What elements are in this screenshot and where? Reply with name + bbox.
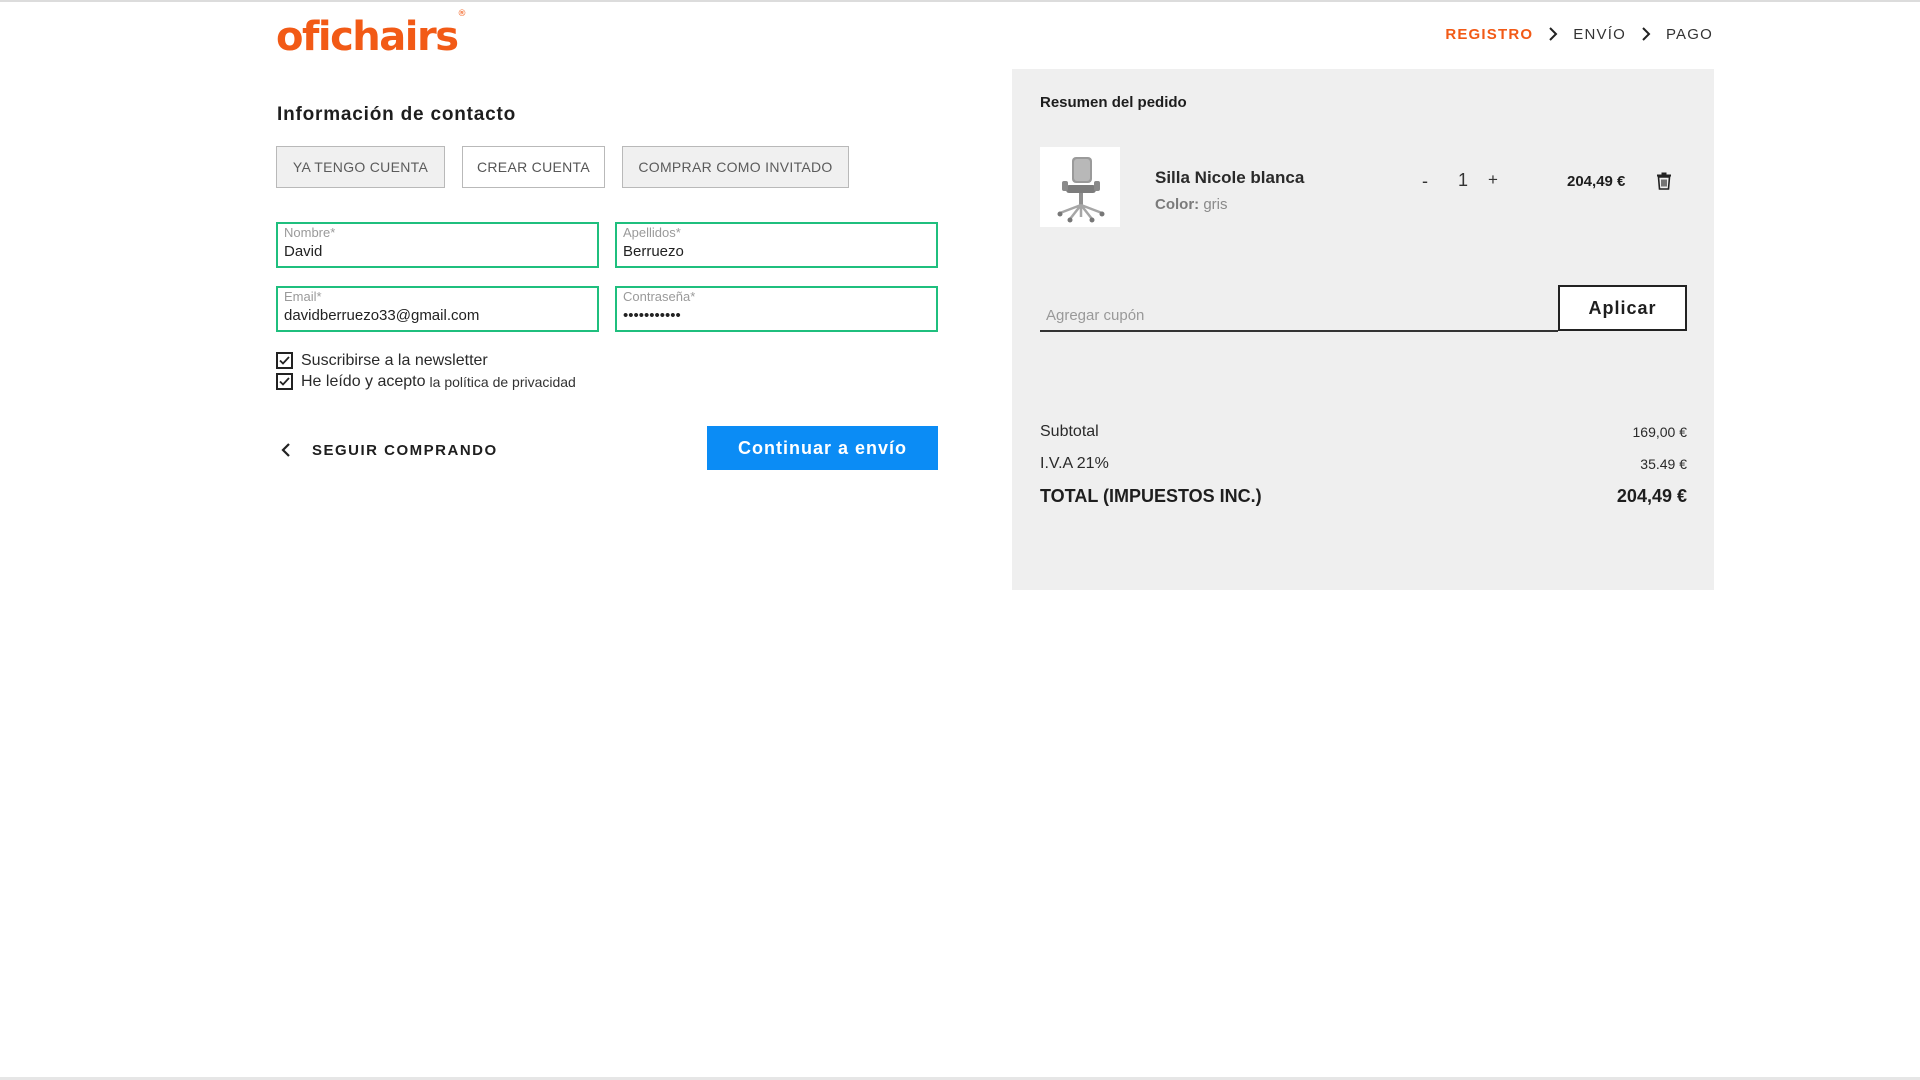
privacy-checkbox[interactable] (276, 373, 293, 390)
continue-shopping-link[interactable]: SEGUIR COMPRANDO (281, 440, 498, 460)
trash-icon[interactable] (1656, 172, 1672, 190)
logo-registered-mark: ® (457, 8, 467, 19)
step-envio: ENVÍO (1573, 25, 1626, 43)
product-color-value: gris (1203, 196, 1228, 213)
newsletter-option[interactable]: Suscribirse a la newsletter (276, 350, 576, 371)
tab-login[interactable]: YA TENGO CUENTA (276, 146, 445, 188)
coupon-field[interactable] (1040, 287, 1558, 332)
subtotal-row: Subtotal 169,00 € (1040, 423, 1687, 441)
email-value: davidberruezo33@gmail.com (284, 307, 480, 324)
step-pago: PAGO (1665, 25, 1713, 43)
product-name[interactable]: Silla Nicole blanca (1155, 168, 1304, 188)
summary-title: Resumen del pedido (1040, 94, 1187, 111)
continue-to-shipping-button[interactable]: Continuar a envío (707, 426, 938, 470)
last-name-value: Berruezo (623, 243, 684, 260)
password-value: ••••••••••• (623, 307, 681, 324)
privacy-policy-link[interactable]: la política de privacidad (430, 374, 576, 390)
product-thumbnail[interactable] (1040, 147, 1120, 227)
tab-create-account[interactable]: CREAR CUENTA (462, 146, 605, 188)
newsletter-label: Suscribirse a la newsletter (301, 351, 488, 369)
line-price: 204,49 € (1567, 173, 1626, 190)
total-value: 204,49 € (1616, 486, 1687, 506)
first-name-label: Nombre* (284, 225, 336, 240)
consent-checkboxes: Suscribirse a la newsletter He leído y a… (276, 350, 576, 392)
checkmark-icon (279, 377, 290, 386)
total-row: TOTAL (IMPUESTOS INC.) 204,49 € (1040, 486, 1687, 507)
password-label: Contraseña* (623, 289, 696, 304)
quantity-value: 1 (1458, 170, 1469, 190)
tab-guest-checkout[interactable]: COMPRAR COMO INVITADO (622, 146, 849, 188)
total-label: TOTAL (IMPUESTOS INC.) (1040, 486, 1262, 506)
order-summary: Resumen del pedido Silla Nicole blanca C… (1012, 69, 1714, 590)
tax-row: I.V.A 21% 35.49 € (1040, 455, 1687, 473)
step-registro: REGISTRO (1445, 25, 1534, 43)
quantity-increase-button[interactable]: + (1488, 170, 1498, 190)
account-tabs: YA TENGO CUENTA CREAR CUENTA COMPRAR COM… (276, 146, 849, 188)
checkmark-icon (279, 356, 290, 365)
coupon-input[interactable] (1040, 307, 1540, 324)
chevron-left-icon (281, 440, 295, 460)
chevron-right-icon (1543, 24, 1563, 44)
email-label: Email* (284, 289, 322, 304)
subtotal-label: Subtotal (1040, 423, 1099, 440)
privacy-option[interactable]: He leído y acepto la política de privaci… (276, 371, 576, 392)
password-field[interactable]: Contraseña* ••••••••••• (615, 286, 938, 332)
first-name-field[interactable]: Nombre* David (276, 222, 599, 268)
logo-text: ofichairs (276, 14, 459, 60)
continue-shopping-label: SEGUIR COMPRANDO (312, 441, 498, 459)
tax-label: I.V.A 21% (1040, 455, 1109, 472)
product-color-label: Color: (1155, 196, 1200, 213)
tax-value: 35.49 € (1640, 456, 1687, 472)
last-name-field[interactable]: Apellidos* Berruezo (615, 222, 938, 268)
logo[interactable]: ofichairs® (276, 9, 467, 60)
last-name-label: Apellidos* (623, 225, 681, 240)
privacy-label: He leído y acepto (301, 372, 426, 390)
chevron-right-icon (1636, 24, 1656, 44)
product-color: Color: gris (1155, 196, 1228, 213)
quantity-decrease-button[interactable]: - (1422, 171, 1428, 192)
apply-coupon-button[interactable]: Aplicar (1558, 285, 1687, 331)
office-chair-image (1057, 157, 1105, 223)
checkout-steps: REGISTRO ENVÍO PAGO (1445, 24, 1713, 44)
newsletter-checkbox[interactable] (276, 352, 293, 369)
email-field[interactable]: Email* davidberruezo33@gmail.com (276, 286, 599, 332)
subtotal-value: 169,00 € (1632, 424, 1688, 440)
top-border (0, 0, 1920, 2)
first-name-value: David (284, 243, 323, 260)
section-title: Información de contacto (277, 104, 517, 125)
